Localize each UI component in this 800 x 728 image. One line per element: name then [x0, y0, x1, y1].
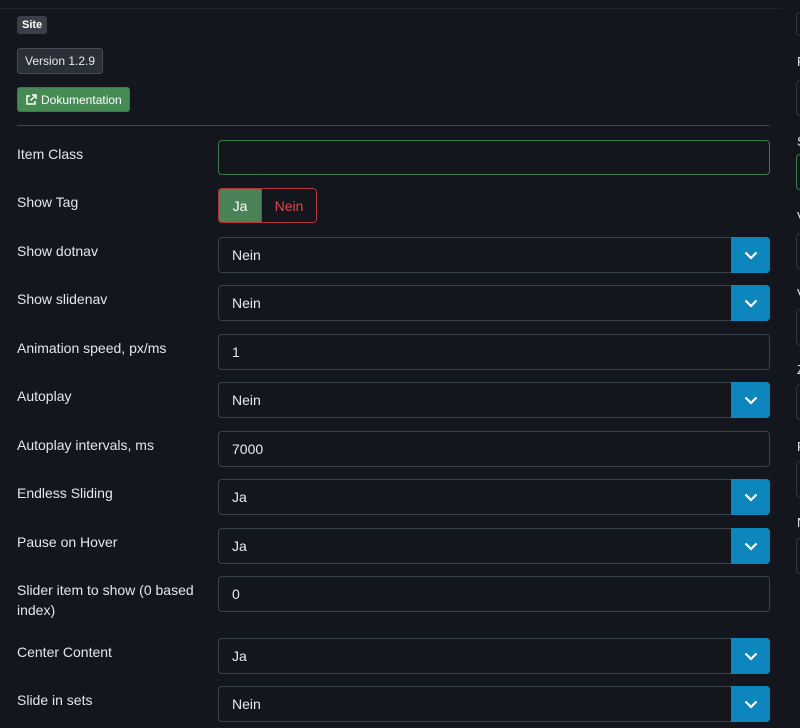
field-label: Autoplay — [17, 388, 72, 404]
select-value: Ja — [232, 489, 247, 505]
right-panel-field[interactable] — [796, 384, 800, 420]
select-value: Nein — [232, 696, 261, 712]
right-panel-field[interactable] — [796, 309, 800, 345]
documentation-label: Dokumentation — [41, 92, 122, 107]
animation-speed-input[interactable]: 1 — [218, 334, 770, 370]
chevron-down-icon[interactable] — [731, 686, 770, 722]
pause-on-hover-select[interactable]: Ja — [218, 528, 770, 564]
select-value: Ja — [232, 538, 247, 554]
toggle-no-button[interactable]: Nein — [261, 189, 316, 222]
chevron-down-icon[interactable] — [731, 285, 770, 321]
section-divider — [17, 125, 770, 126]
item-class-input[interactable] — [218, 140, 770, 175]
field-label: Show slidenav — [17, 291, 108, 307]
slide-in-sets-select[interactable]: Nein — [218, 686, 770, 722]
top-divider — [0, 8, 782, 9]
field-label: Autoplay intervals, ms — [17, 437, 154, 453]
chevron-down-icon[interactable] — [731, 479, 770, 515]
external-link-icon — [25, 93, 37, 106]
slider-item-to-show-input[interactable]: 0 — [218, 576, 770, 612]
field-label: Item Class — [17, 146, 84, 162]
autoplay-intervals-input[interactable]: 7000 — [218, 431, 770, 467]
select-value: Nein — [232, 392, 261, 408]
version-badge: Version 1.2.9 — [17, 48, 104, 74]
center-content-select[interactable]: Ja — [218, 638, 770, 674]
right-panel-field[interactable] — [796, 80, 800, 116]
show-slidenav-select[interactable]: Nein — [218, 285, 770, 321]
right-panel-edge — [796, 12, 800, 36]
right-panel-field[interactable] — [796, 154, 800, 190]
right-panel-field[interactable] — [796, 461, 800, 497]
right-panel-field[interactable] — [796, 538, 800, 574]
field-label: Center Content — [17, 644, 112, 660]
chevron-down-icon[interactable] — [731, 382, 770, 418]
chevron-down-icon[interactable] — [731, 528, 770, 564]
toggle-yes-button[interactable]: Ja — [219, 189, 261, 222]
field-label: Pause on Hover — [17, 534, 118, 550]
show-dotnav-select[interactable]: Nein — [218, 237, 770, 273]
field-label: Slider item to show (0 based index) — [17, 582, 194, 618]
right-panel-field[interactable] — [796, 233, 800, 269]
field-label: Show Tag — [17, 194, 79, 210]
select-value: Nein — [232, 247, 261, 263]
select-value: Ja — [232, 648, 247, 664]
field-label: Animation speed, px/ms — [17, 340, 167, 356]
select-value: Nein — [232, 295, 261, 311]
chevron-down-icon[interactable] — [731, 638, 770, 674]
chevron-down-icon[interactable] — [731, 237, 770, 273]
field-label: Show dotnav — [17, 243, 98, 259]
documentation-button[interactable]: Dokumentation — [17, 87, 130, 112]
show-tag-toggle: Ja Nein — [218, 188, 317, 223]
endless-sliding-select[interactable]: Ja — [218, 479, 770, 515]
field-label: Slide in sets — [17, 692, 93, 708]
field-label: Endless Sliding — [17, 485, 113, 501]
autoplay-select[interactable]: Nein — [218, 382, 770, 418]
site-badge: Site — [17, 16, 48, 34]
